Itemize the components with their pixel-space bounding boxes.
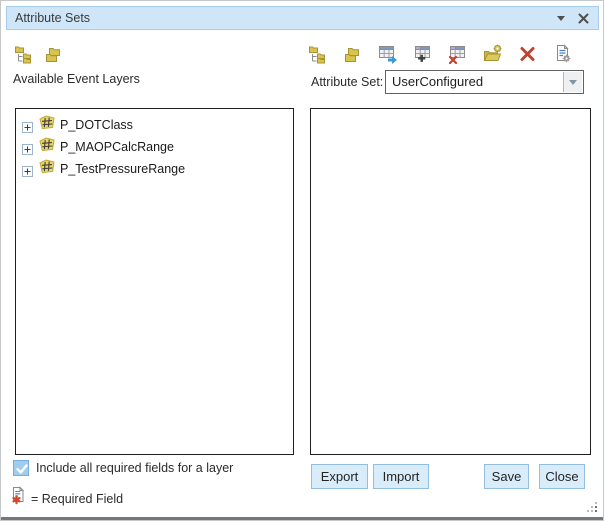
export-button[interactable]: Export	[311, 464, 368, 489]
attribute-set-value: UserConfigured	[386, 71, 583, 93]
collapse-all-folders-icon[interactable]	[343, 44, 363, 64]
table-export-icon[interactable]	[378, 44, 398, 64]
combobox-dropdown-button[interactable]	[563, 72, 582, 92]
close-button[interactable]: Close	[539, 464, 585, 489]
available-event-layers-label: Available Event Layers	[13, 72, 140, 86]
titlebar[interactable]: Attribute Sets	[6, 6, 599, 30]
window-bottom-edge	[1, 517, 603, 520]
properties-gear-icon[interactable]	[553, 44, 573, 64]
chevron-down-icon	[569, 80, 577, 85]
required-field-icon	[10, 486, 26, 511]
plus-expander-icon[interactable]	[22, 142, 33, 153]
checkmark-icon	[15, 462, 29, 476]
tree-label[interactable]: P_MAOPCalcRange	[60, 140, 174, 154]
plus-expander-icon[interactable]	[22, 120, 33, 131]
include-required-fields-row[interactable]: Include all required fields for a layer	[13, 460, 233, 476]
available-event-layers-panel[interactable]: P_DOTClass P_MAOPCalcRange P_TestPress	[15, 108, 294, 455]
include-required-checkbox[interactable]	[13, 460, 29, 476]
resize-grip[interactable]	[587, 502, 599, 514]
close-icon[interactable]	[574, 7, 592, 29]
collapse-all-folders-icon[interactable]	[44, 44, 64, 64]
tree-row[interactable]: P_TestPressureRange	[16, 158, 293, 180]
tree-label[interactable]: P_DOTClass	[60, 118, 133, 132]
expand-all-tree-icon[interactable]	[14, 44, 34, 64]
include-required-label: Include all required fields for a layer	[36, 461, 233, 475]
attribute-set-contents-panel[interactable]	[310, 108, 591, 455]
tree-row[interactable]: P_MAOPCalcRange	[16, 136, 293, 158]
required-field-legend-text: = Required Field	[31, 492, 123, 506]
plus-expander-icon[interactable]	[22, 164, 33, 175]
expand-all-tree-icon[interactable]	[308, 44, 328, 64]
attribute-sets-dialog: Attribute Sets	[0, 0, 604, 521]
delete-x-icon[interactable]	[518, 44, 538, 64]
tree-label[interactable]: P_TestPressureRange	[60, 162, 185, 176]
event-layer-icon	[39, 159, 55, 179]
collapse-caret-icon[interactable]	[552, 7, 570, 29]
attribute-set-combobox[interactable]: UserConfigured	[385, 70, 584, 94]
open-folder-new-icon[interactable]	[483, 44, 503, 64]
event-layer-icon	[39, 115, 55, 135]
import-button[interactable]: Import	[373, 464, 429, 489]
tree-row[interactable]: P_DOTClass	[16, 114, 293, 136]
table-add-icon[interactable]	[413, 44, 433, 64]
dialog-title: Attribute Sets	[7, 11, 90, 25]
event-layer-tree: P_DOTClass P_MAOPCalcRange P_TestPress	[16, 109, 293, 180]
required-field-legend: = Required Field	[10, 486, 123, 511]
save-button[interactable]: Save	[484, 464, 529, 489]
event-layer-icon	[39, 137, 55, 157]
attribute-set-label: Attribute Set:	[311, 75, 383, 89]
table-remove-icon[interactable]	[448, 44, 468, 64]
